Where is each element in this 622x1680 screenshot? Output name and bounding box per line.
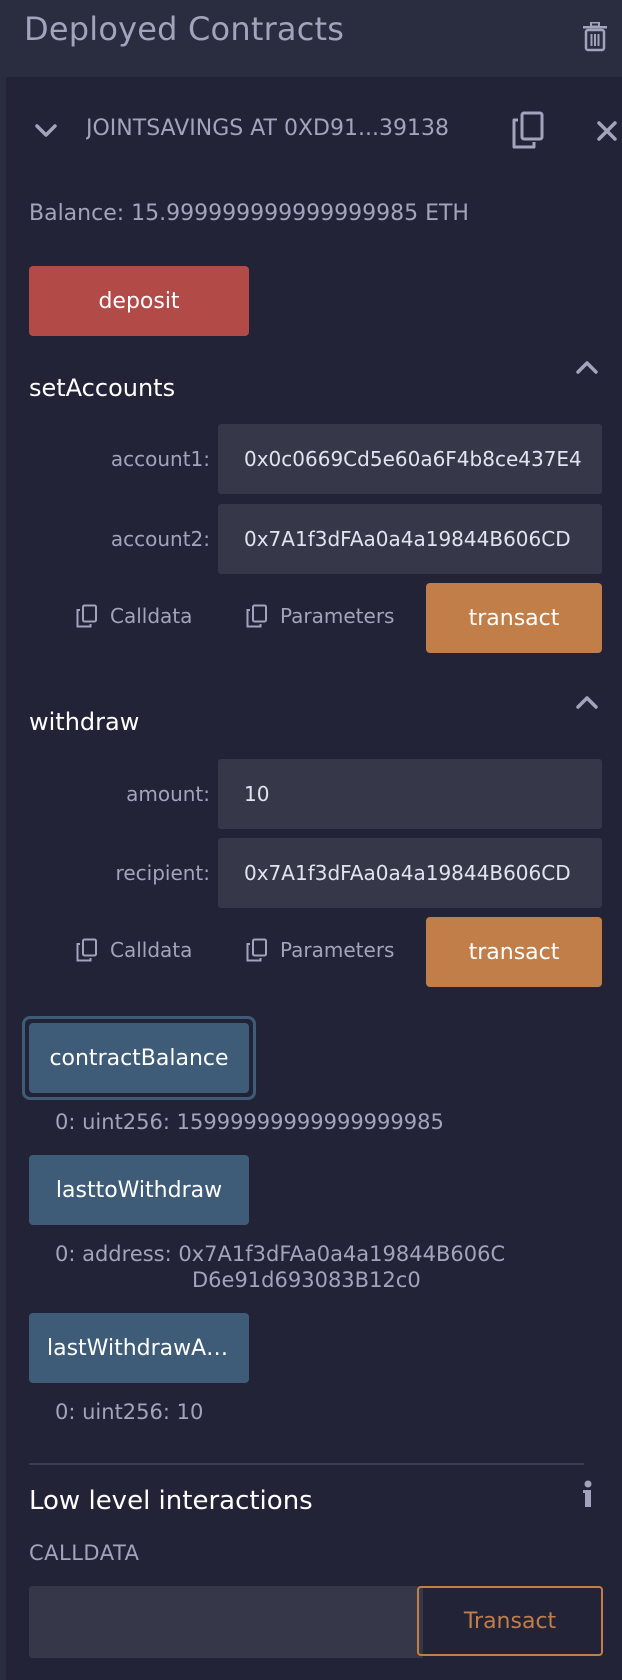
low-level-transact-button[interactable]: Transact	[417, 1586, 603, 1656]
lasttowithdraw-output-cont: D6e91d693083B12c0	[192, 1268, 421, 1292]
low-level-title: Low level interactions	[29, 1486, 313, 1516]
info-icon[interactable]	[578, 1478, 598, 1510]
parameters-label: Parameters	[280, 604, 395, 628]
copy-icon	[76, 938, 97, 962]
transact-button[interactable]: transact	[426, 917, 602, 987]
trash-icon[interactable]	[578, 20, 612, 54]
chevron-up-icon[interactable]	[574, 692, 600, 712]
account1-label: account1:	[110, 447, 210, 471]
amount-input[interactable]	[218, 759, 602, 829]
close-icon[interactable]	[592, 116, 622, 146]
parameters-copy-button[interactable]: Parameters	[246, 938, 394, 962]
account1-input[interactable]	[218, 424, 602, 494]
page-title: Deployed Contracts	[24, 10, 345, 48]
chevron-up-icon[interactable]	[574, 357, 600, 377]
amount-label: amount:	[126, 782, 210, 806]
recipient-input[interactable]	[218, 838, 602, 908]
calldata-label: Calldata	[110, 604, 193, 628]
calldata-input[interactable]	[29, 1586, 423, 1658]
copy-icon	[76, 604, 97, 628]
account2-input[interactable]	[218, 504, 602, 574]
section-title-withdraw: withdraw	[29, 708, 140, 736]
contract-balance: Balance: 15.999999999999999985 ETH	[29, 201, 469, 226]
parameters-label: Parameters	[280, 938, 395, 962]
section-title-setaccounts: setAccounts	[29, 374, 176, 402]
chevron-down-icon[interactable]	[30, 116, 62, 146]
lastwithdrawamount-label: lastWithdrawAmount	[47, 1335, 231, 1361]
divider	[29, 1463, 584, 1465]
copy-icon	[246, 604, 267, 628]
copy-icon	[246, 938, 267, 962]
contractbalance-button[interactable]: contractBalance	[29, 1023, 249, 1093]
parameters-copy-button[interactable]: Parameters	[246, 604, 394, 628]
transact-button[interactable]: transact	[426, 583, 602, 653]
lastwithdrawamount-button[interactable]: lastWithdrawAmount	[29, 1313, 249, 1383]
calldata-copy-button[interactable]: Calldata	[76, 938, 192, 962]
copy-icon[interactable]	[510, 110, 546, 150]
lasttowithdraw-button[interactable]: lasttoWithdraw	[29, 1155, 249, 1225]
calldata-label: Calldata	[110, 938, 193, 962]
lastwithdrawamount-output: 0: uint256: 10	[55, 1400, 204, 1424]
lasttowithdraw-output: 0: address: 0x7A1f3dFAa0a4a19844B606C	[55, 1242, 506, 1266]
calldata-copy-button[interactable]: Calldata	[76, 604, 192, 628]
contract-name: JOINTSAVINGS AT 0XD91...39138	[86, 116, 449, 141]
recipient-label: recipient:	[115, 861, 210, 885]
account2-label: account2:	[110, 527, 210, 551]
contractbalance-output: 0: uint256: 15999999999999999985	[55, 1110, 444, 1134]
calldata-heading: CALLDATA	[29, 1541, 140, 1565]
deposit-button[interactable]: deposit	[29, 266, 249, 336]
